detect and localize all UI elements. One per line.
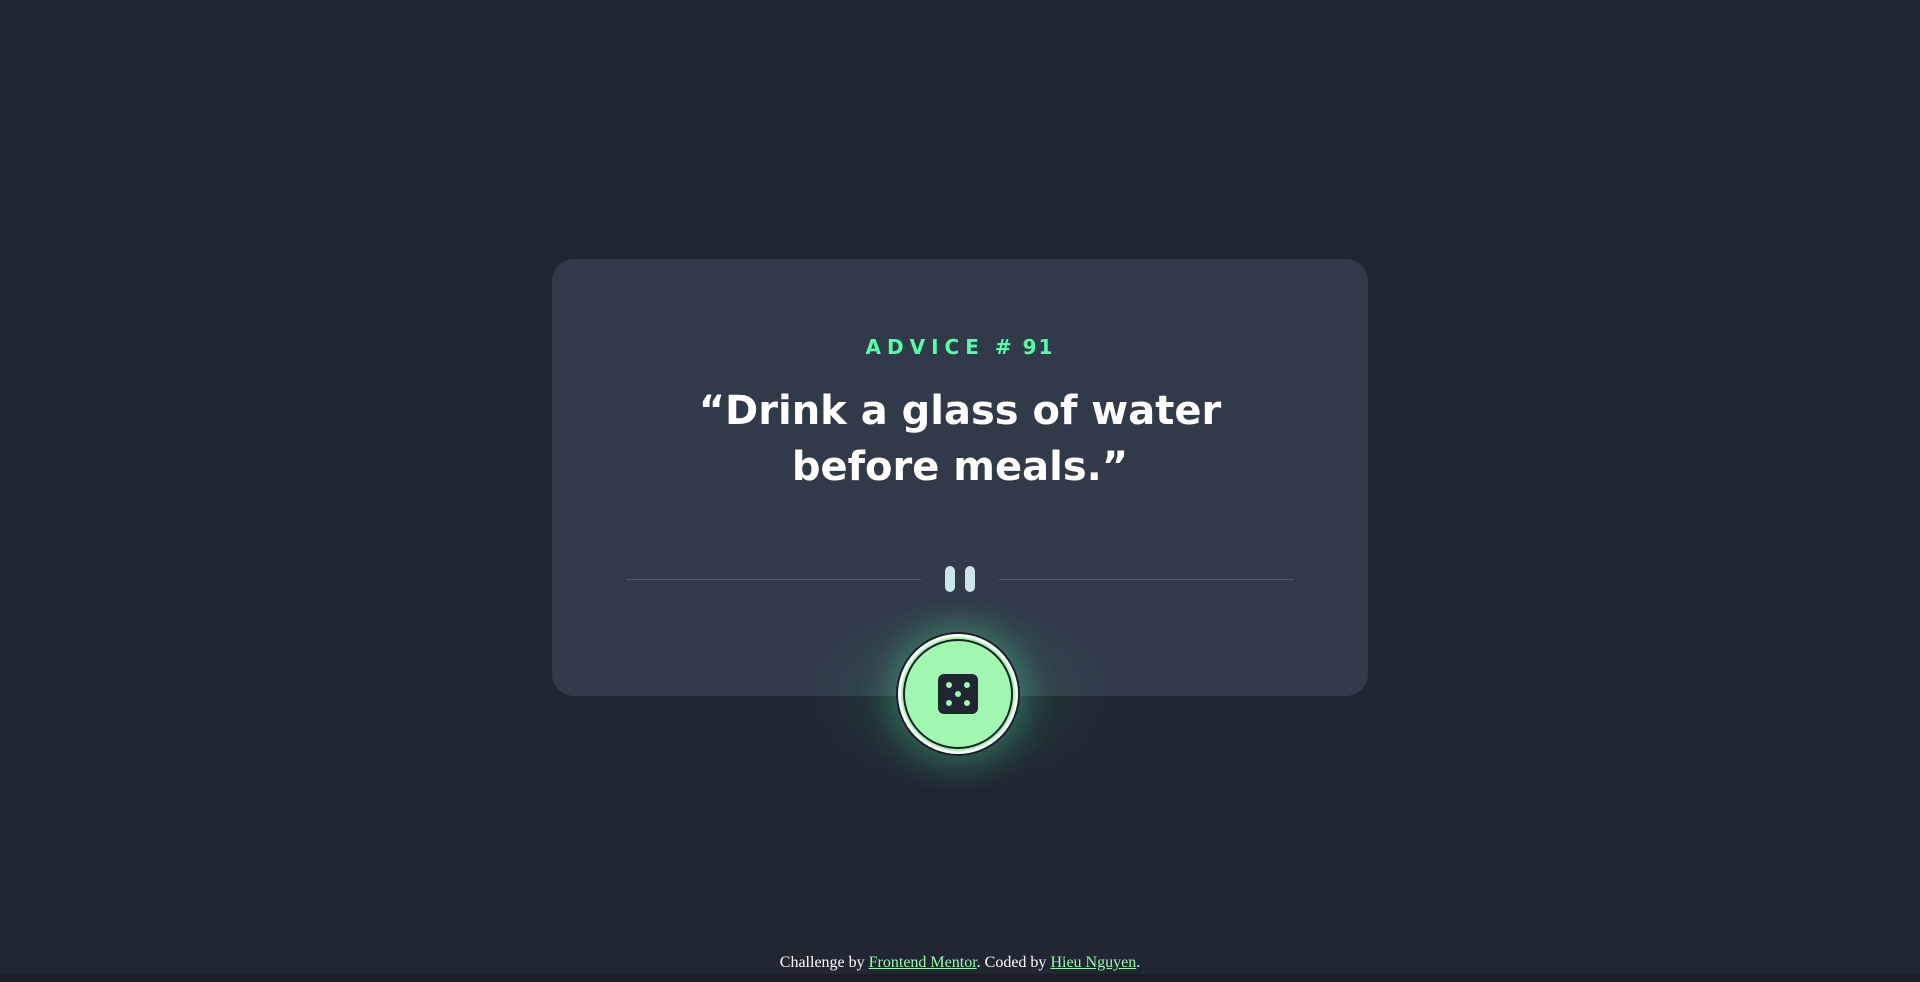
advice-id: ADVICE # 91 [552,335,1368,359]
pause-icon [945,566,975,592]
pattern-divider [626,566,1294,592]
advice-card: ADVICE # 91 “Drink a glass of water befor… [552,259,1368,696]
bottom-strip [0,974,1920,982]
footer-middle: . Coded by [976,954,1051,971]
new-advice-button[interactable] [898,634,1018,754]
frontend-mentor-link[interactable]: Frontend Mentor [869,954,977,971]
divider-line-right [999,579,1294,580]
advice-quote: “Drink a glass of water before meals.” [698,388,1222,490]
dice-icon [938,674,978,714]
footer-suffix: . [1136,954,1141,971]
divider-line-left [626,579,921,580]
advice-label: ADVICE [865,335,985,359]
footer-prefix: Challenge by [779,954,869,971]
attribution-footer: Challenge by Frontend Mentor. Coded by H… [0,952,1920,974]
advice-number: # 91 [994,335,1055,359]
author-link[interactable]: Hieu Nguyen [1050,954,1136,971]
